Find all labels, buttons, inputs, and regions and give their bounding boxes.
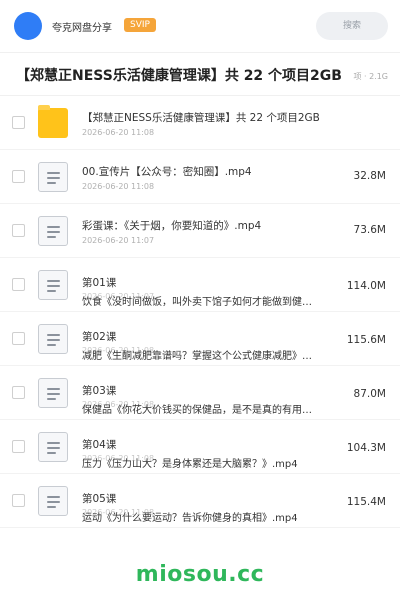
file-name-subtitle: 运动《为什么要运动？告诉你健身的真相》.mp4 (82, 513, 298, 524)
folder-icon (38, 105, 68, 138)
search-input[interactable]: 搜索 (316, 12, 388, 40)
item-checkbox[interactable] (12, 116, 25, 129)
avatar[interactable] (14, 12, 42, 40)
item-checkbox[interactable] (12, 278, 25, 291)
video-file-icon (38, 270, 68, 300)
header-bar: 夸克网盘分享 SVIP 搜索 (0, 0, 400, 52)
file-date: 2026-06-20 11:08 (82, 128, 155, 137)
list-item[interactable]: 彩蛋课：《关于烟，你要知道的》.mp4 2026-06-20 11:07 73.… (0, 204, 400, 258)
list-item[interactable]: 第01课 2026-06-20 11:07 饮食《没时间做饭，叫外卖下馆子如何才… (0, 258, 400, 312)
video-file-icon (38, 162, 68, 192)
file-size: 87.0M (353, 388, 386, 400)
file-name: 第01课 (82, 277, 117, 289)
svip-badge: SVIP (124, 18, 156, 32)
list-item[interactable]: 第03课 2026-06-20 11:08 保健品《你花大价钱买的保健品，是不是… (0, 366, 400, 420)
file-name: 第02课 (82, 331, 117, 343)
file-name: 彩蛋课：《关于烟，你要知道的》.mp4 (82, 220, 262, 232)
item-checkbox[interactable] (12, 332, 25, 345)
list-item[interactable]: 【郑慧正NESS乐活健康管理课】共 22 个项目2GB 2026-06-20 1… (0, 96, 400, 150)
share-meta: 项 · 2.1G (353, 72, 388, 81)
file-name-subtitle: 饮食《没时间做饭，叫外卖下馆子如何才能做到健康饮食？》.mp4 (82, 297, 314, 308)
site-watermark: miosou.cc (135, 562, 265, 587)
share-title: 【郑慧正NESS乐活健康管理课】共 22 个项目2GB (16, 68, 342, 84)
file-size: 115.4M (346, 496, 386, 508)
file-size: 114.0M (346, 280, 386, 292)
list-item[interactable]: 第05课 2026-06-20 11:08 运动《为什么要运动？告诉你健身的真相… (0, 474, 400, 528)
video-file-icon (38, 324, 68, 354)
list-item[interactable]: 00.宣传片【公众号：密知圈】.mp4 2026-06-20 11:08 32.… (0, 150, 400, 204)
file-name: 00.宣传片【公众号：密知圈】.mp4 (82, 166, 252, 178)
video-file-icon (38, 216, 68, 246)
file-name-subtitle: 压力《压力山大？是身体累还是大脑累？》.mp4 (82, 459, 298, 470)
item-checkbox[interactable] (12, 224, 25, 237)
list-item[interactable]: 第02课 2026-06-20 11:08 减肥《生酮减肥靠谱吗？掌握这个公式健… (0, 312, 400, 366)
file-name: 第03课 (82, 385, 117, 397)
item-checkbox[interactable] (12, 386, 25, 399)
item-checkbox[interactable] (12, 494, 25, 507)
file-name: 第05课 (82, 493, 117, 505)
video-file-icon (38, 432, 68, 462)
list-item[interactable]: 第04课 2026-06-20 11:08 压力《压力山大？是身体累还是大脑累？… (0, 420, 400, 474)
file-size: 104.3M (346, 442, 386, 454)
file-name: 第04课 (82, 439, 117, 451)
file-date: 2026-06-20 11:07 (82, 236, 155, 245)
file-size: 73.6M (353, 224, 386, 236)
file-date: 2026-06-20 11:08 (82, 182, 155, 191)
file-name-subtitle: 减肥《生酮减肥靠谱吗？掌握这个公式健康减肥》.mp4 (82, 351, 314, 362)
video-file-icon (38, 378, 68, 408)
file-list: 【郑慧正NESS乐活健康管理课】共 22 个项目2GB 2026-06-20 1… (0, 96, 400, 528)
file-name: 【郑慧正NESS乐活健康管理课】共 22 个项目2GB (82, 112, 320, 124)
file-name-subtitle: 保健品《你花大价钱买的保健品，是不是真的有用？》.mp4 (82, 405, 314, 416)
sharer-name: 夸克网盘分享 (52, 23, 112, 34)
file-size: 32.8M (353, 170, 386, 182)
item-checkbox[interactable] (12, 440, 25, 453)
video-file-icon (38, 486, 68, 516)
item-checkbox[interactable] (12, 170, 25, 183)
file-size: 115.6M (346, 334, 386, 346)
share-title-bar: 【郑慧正NESS乐活健康管理课】共 22 个项目2GB 项 · 2.1G (0, 52, 400, 96)
